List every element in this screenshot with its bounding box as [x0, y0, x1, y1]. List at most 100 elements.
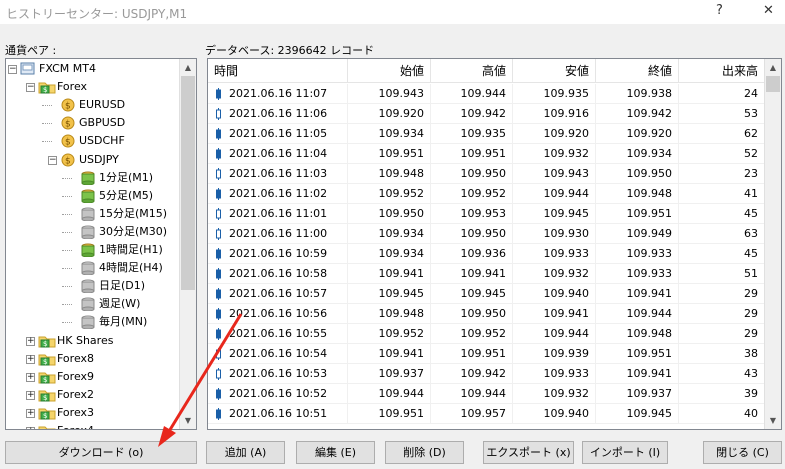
download-button[interactable]: ダウンロード (o): [5, 441, 197, 464]
table-row[interactable]: 2021.06.16 11:00 109.934 109.950 109.930 109…: [208, 224, 765, 244]
edit-button[interactable]: 編集 (E): [296, 441, 375, 464]
table-scrollbar[interactable]: ▲ ▼: [764, 59, 781, 429]
symbol-icon: $: [60, 153, 76, 167]
tree-item[interactable]: 毎月(MN): [6, 313, 176, 331]
scroll-down-icon[interactable]: ▼: [765, 412, 781, 429]
table-row[interactable]: 2021.06.16 10:53 109.937 109.942 109.933 109…: [208, 364, 765, 384]
symbols-tree[interactable]: ▲ ▼ − FXCM MT4− $ Forex $ EURUSD $ GBPUSD $ USDCH…: [5, 58, 197, 430]
table-row[interactable]: 2021.06.16 11:06 109.920 109.942 109.916 109…: [208, 104, 765, 124]
column-header[interactable]: 高値: [431, 59, 513, 83]
column-header[interactable]: 始値: [348, 59, 431, 83]
table-cell: 24: [679, 84, 765, 104]
close-button[interactable]: 閉じる (C): [703, 441, 782, 464]
import-button[interactable]: インポート (I): [582, 441, 668, 464]
table-cell: 109.948: [596, 184, 679, 204]
table-cell: 109.950: [431, 164, 513, 184]
add-button[interactable]: 追加 (A): [206, 441, 285, 464]
tree-item[interactable]: 5分足(M5): [6, 187, 176, 205]
column-header[interactable]: 出来高: [679, 59, 765, 83]
table-row[interactable]: 2021.06.16 11:03 109.948 109.950 109.943 109…: [208, 164, 765, 184]
tree-item[interactable]: $ EURUSD: [6, 96, 176, 114]
table-cell: 109.945: [431, 284, 513, 304]
history-table[interactable]: 時間 始値 高値 安値 終値 出来高 2021.06.16 11:07 109.943 109…: [207, 58, 782, 430]
table-row[interactable]: 2021.06.16 11:04 109.951 109.951 109.932 109…: [208, 144, 765, 164]
bearish-candle-icon: [216, 328, 221, 340]
export-button[interactable]: エクスポート (x): [483, 441, 574, 464]
tree-item[interactable]: 30分足(M30): [6, 223, 176, 241]
tree-item[interactable]: − $ Forex: [6, 78, 176, 96]
tree-item[interactable]: + $ Forex3: [6, 404, 176, 422]
table-row[interactable]: 2021.06.16 10:51 109.951 109.957 109.940 109…: [208, 404, 765, 424]
table-cell: 109.941: [348, 264, 431, 284]
expand-icon[interactable]: +: [26, 372, 35, 382]
delete-button[interactable]: 削除 (D): [385, 441, 464, 464]
db-green-icon: [80, 243, 96, 258]
expand-icon[interactable]: +: [26, 354, 35, 364]
scroll-up-icon[interactable]: ▲: [180, 59, 196, 76]
table-cell: 109.933: [513, 364, 596, 384]
bearish-candle-icon: [216, 248, 221, 260]
table-row[interactable]: 2021.06.16 11:02 109.952 109.952 109.944 109…: [208, 184, 765, 204]
tree-item[interactable]: − FXCM MT4: [6, 60, 176, 78]
column-header[interactable]: 時間: [208, 59, 348, 83]
tree-item-label: GBPUSD: [79, 116, 126, 130]
close-window-button[interactable]: ✕: [763, 3, 774, 18]
table-cell: 109.952: [431, 324, 513, 344]
tree-item[interactable]: $ GBPUSD: [6, 114, 176, 132]
table-scroll-thumb[interactable]: [766, 76, 780, 92]
table-row[interactable]: 2021.06.16 10:59 109.934 109.936 109.933 109…: [208, 244, 765, 264]
table-cell: 109.933: [596, 244, 679, 264]
table-row[interactable]: 2021.06.16 11:07 109.943 109.944 109.935 109…: [208, 84, 765, 104]
scroll-down-icon[interactable]: ▼: [180, 412, 196, 429]
table-cell: 109.950: [431, 304, 513, 324]
tree-scrollbar[interactable]: ▲ ▼: [179, 59, 196, 429]
table-cell: 2021.06.16 10:57: [208, 284, 348, 304]
column-header[interactable]: 安値: [513, 59, 596, 83]
tree-item[interactable]: 週足(W): [6, 295, 176, 313]
table-row[interactable]: 2021.06.16 10:54 109.941 109.951 109.939 109…: [208, 344, 765, 364]
collapse-icon[interactable]: −: [48, 155, 57, 165]
tree-item[interactable]: + $ HK Shares: [6, 332, 176, 350]
tree-item[interactable]: + $ Forex8: [6, 350, 176, 368]
table-row[interactable]: 2021.06.16 10:56 109.948 109.950 109.941 109…: [208, 304, 765, 324]
collapse-icon[interactable]: −: [8, 65, 17, 74]
table-cell: 109.934: [596, 144, 679, 164]
table-row[interactable]: 2021.06.16 10:57 109.945 109.945 109.940 109…: [208, 284, 765, 304]
expand-icon[interactable]: +: [26, 427, 35, 429]
table-cell: 23: [679, 164, 765, 184]
table-cell: 109.944: [513, 324, 596, 344]
help-button[interactable]: ?: [716, 3, 723, 18]
tree-item[interactable]: 1時間足(H1): [6, 241, 176, 259]
tree-item[interactable]: $ USDCHF: [6, 132, 176, 150]
table-row[interactable]: 2021.06.16 11:05 109.934 109.935 109.920 109…: [208, 124, 765, 144]
table-row[interactable]: 2021.06.16 11:01 109.950 109.953 109.945 109…: [208, 204, 765, 224]
table-cell: 109.951: [348, 144, 431, 164]
table-cell: 2021.06.16 10:56: [208, 304, 348, 324]
tree-item-label: USDCHF: [79, 134, 125, 148]
scroll-up-icon[interactable]: ▲: [765, 59, 781, 76]
expand-icon[interactable]: +: [26, 408, 35, 418]
table-row[interactable]: 2021.06.16 10:52 109.944 109.944 109.932 109…: [208, 384, 765, 404]
table-cell: 109.948: [348, 304, 431, 324]
bearish-candle-icon: [216, 288, 221, 300]
table-cell: 109.942: [596, 104, 679, 124]
tree-item[interactable]: 15分足(M15): [6, 205, 176, 223]
table-row[interactable]: 2021.06.16 10:55 109.952 109.952 109.944 109…: [208, 324, 765, 344]
tree-scroll-thumb[interactable]: [181, 76, 195, 290]
table-row[interactable]: 2021.06.16 10:58 109.941 109.941 109.932 109…: [208, 264, 765, 284]
tree-item[interactable]: 日足(D1): [6, 277, 176, 295]
tree-item-label: 週足(W): [99, 297, 141, 311]
tree-item[interactable]: + $ Forex9: [6, 368, 176, 386]
collapse-icon[interactable]: −: [26, 83, 35, 93]
tree-item[interactable]: + $ Forex2: [6, 386, 176, 404]
table-cell: 109.944: [431, 384, 513, 404]
tree-item[interactable]: +$Forex4: [6, 422, 176, 429]
expand-icon[interactable]: +: [26, 336, 35, 346]
expand-icon[interactable]: +: [26, 390, 35, 400]
tree-item[interactable]: 1分足(M1): [6, 169, 176, 187]
tree-item[interactable]: − $ USDJPY: [6, 151, 176, 169]
table-cell: 109.951: [348, 404, 431, 424]
symbol-icon: $: [60, 134, 76, 148]
column-header[interactable]: 終値: [596, 59, 679, 83]
tree-item[interactable]: 4時間足(H4): [6, 259, 176, 277]
